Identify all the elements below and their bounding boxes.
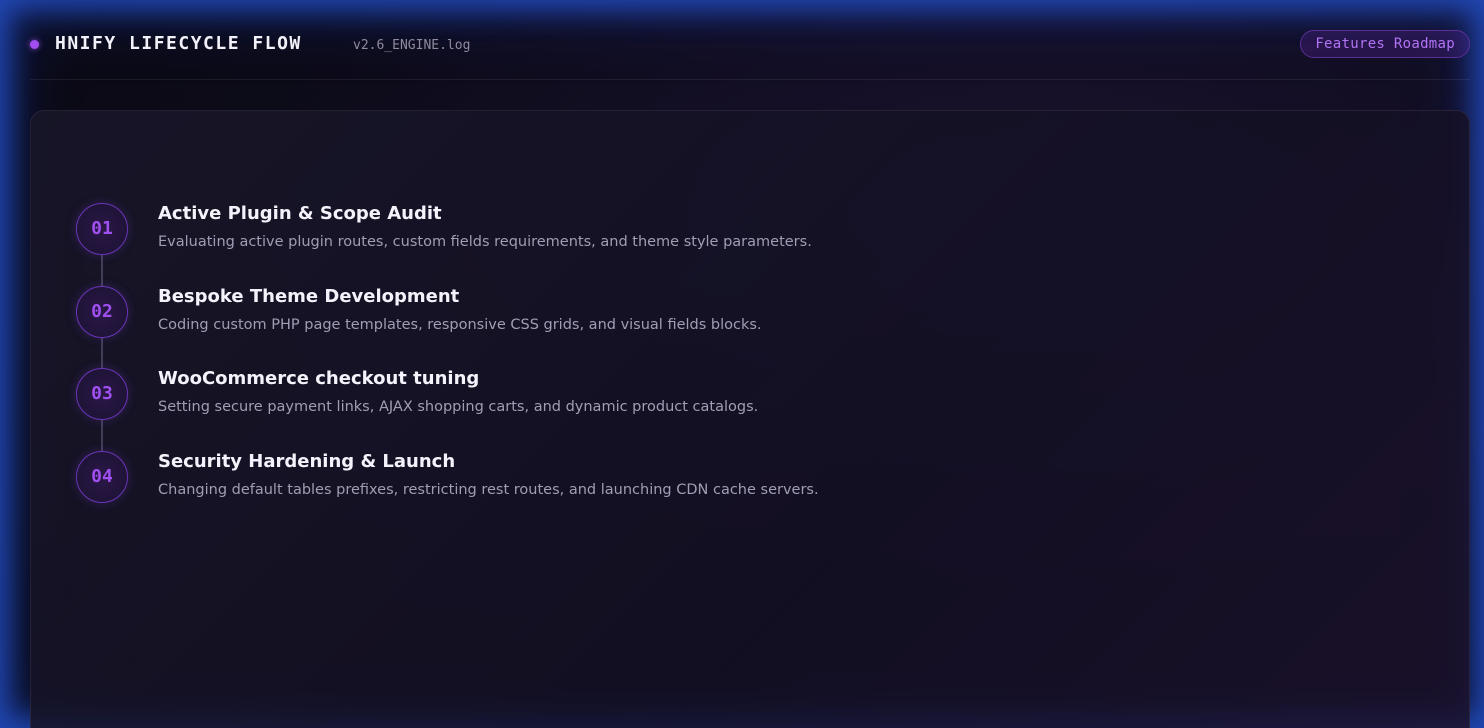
- step-description: Setting secure payment links, AJAX shopp…: [158, 399, 759, 416]
- version-label: v2.6_ENGINE.log: [353, 38, 471, 53]
- step-item: 02 Bespoke Theme Development Coding cust…: [76, 285, 1076, 369]
- lifecycle-steps: 01 Active Plugin & Scope Audit Evaluatin…: [76, 203, 1076, 533]
- step-number-badge: 02: [76, 285, 128, 338]
- step-connector: [101, 420, 103, 452]
- step-item: 01 Active Plugin & Scope Audit Evaluatin…: [76, 203, 1076, 286]
- step-title: Bespoke Theme Development: [158, 285, 460, 307]
- step-item: 03 WooCommerce checkout tuning Setting s…: [76, 368, 1076, 452]
- header: HNIFY LIFECYCLE FLOW v2.6_ENGINE.log Fea…: [30, 28, 1470, 62]
- step-title: WooCommerce checkout tuning: [158, 368, 480, 390]
- step-number-badge: 01: [76, 203, 128, 255]
- features-roadmap-button[interactable]: Features Roadmap: [1300, 30, 1470, 58]
- step-description: Evaluating active plugin routes, custom …: [158, 234, 812, 250]
- app-window: HNIFY LIFECYCLE FLOW v2.6_ENGINE.log Fea…: [0, 0, 1484, 728]
- step-title: Active Plugin & Scope Audit: [158, 203, 442, 224]
- status-dot-icon: [30, 40, 39, 49]
- app-title: HNIFY LIFECYCLE FLOW: [55, 33, 302, 54]
- step-title: Security Hardening & Launch: [158, 450, 456, 472]
- step-number-badge: 04: [76, 450, 128, 503]
- header-divider: [30, 79, 1470, 80]
- step-number-badge: 03: [76, 368, 128, 421]
- step-connector: [101, 255, 103, 286]
- step-connector: [101, 337, 103, 369]
- step-description: Coding custom PHP page templates, respon…: [158, 316, 762, 333]
- step-description: Changing default tables prefixes, restri…: [158, 481, 819, 498]
- step-item: 04 Security Hardening & Launch Changing …: [76, 450, 1076, 534]
